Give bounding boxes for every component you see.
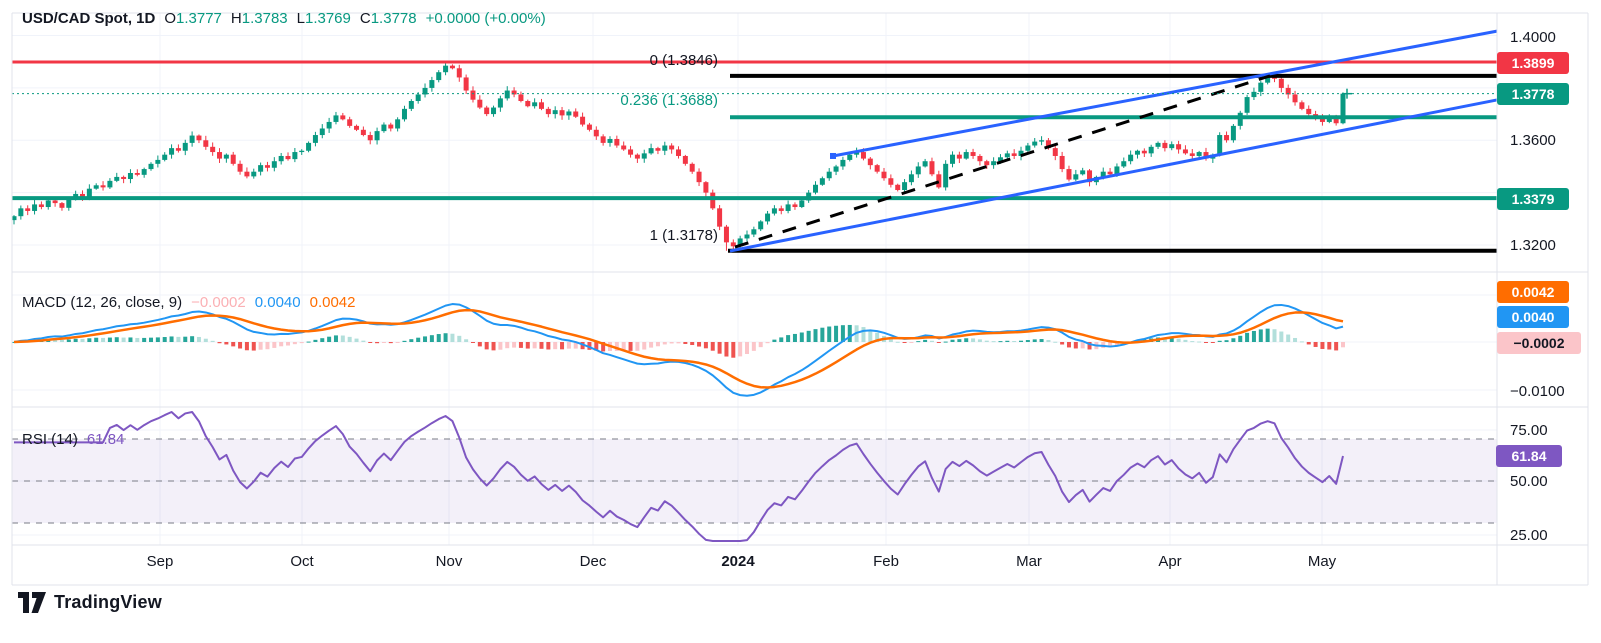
time-axis-label[interactable]: Feb xyxy=(851,553,921,570)
macd-signal-value: 0.0042 xyxy=(309,294,356,311)
price-badge-current: 1.3778 xyxy=(1497,83,1569,105)
rsi-axis-label-25: 25.00 xyxy=(1510,527,1548,544)
time-axis-label[interactable]: 2024 xyxy=(703,553,773,570)
ohlc-low: L1.3769 xyxy=(296,10,351,27)
time-axis-label[interactable]: Nov xyxy=(414,553,484,570)
fib-label-1[interactable]: 1 (1.3178) xyxy=(478,227,718,244)
time-axis-label[interactable]: Apr xyxy=(1135,553,1205,570)
fib-label-0236[interactable]: 0.236 (1.3688) xyxy=(478,92,718,109)
macd-hist-value: −0.0002 xyxy=(191,294,246,311)
rsi-legend[interactable]: RSI (14) 61.84 xyxy=(22,431,124,449)
price-axis-label-13200: 1.3200 xyxy=(1510,237,1556,254)
rsi-axis-label-75: 75.00 xyxy=(1510,422,1548,439)
ohlc-high: H1.3783 xyxy=(230,10,288,27)
macd-badge-signal: 0.0042 xyxy=(1497,281,1569,303)
macd-badge-macd: 0.0040 xyxy=(1497,306,1569,328)
tradingview-logo[interactable]: TradingView xyxy=(18,592,162,613)
macd-title[interactable]: MACD (12, 26, close, 9) xyxy=(22,294,182,312)
time-axis-label[interactable]: Sep xyxy=(125,553,195,570)
time-axis-label[interactable]: Mar xyxy=(994,553,1064,570)
price-badge-resistance: 1.3899 xyxy=(1497,52,1569,74)
chart-root: USD/CAD Spot, 1D O1.3777 H1.3783 L1.3769… xyxy=(0,0,1601,643)
price-axis-label-13600: 1.3600 xyxy=(1510,132,1556,149)
macd-axis-label-low: −0.0100 xyxy=(1510,383,1565,400)
ohlc-open: O1.3777 xyxy=(164,10,222,27)
rsi-badge-value: 61.84 xyxy=(1496,445,1562,467)
rsi-title[interactable]: RSI (14) xyxy=(22,431,78,449)
time-axis-label[interactable]: Oct xyxy=(267,553,337,570)
fib-label-0[interactable]: 0 (1.3846) xyxy=(478,52,718,69)
macd-badge-hist: −0.0002 xyxy=(1497,332,1581,354)
price-axis-label-14000: 1.4000 xyxy=(1510,29,1556,46)
tradingview-brand-text: TradingView xyxy=(54,592,162,612)
time-axis[interactable]: Sep Oct Nov Dec 2024 Feb Mar Apr May xyxy=(0,547,1497,583)
time-axis-label[interactable]: Dec xyxy=(558,553,628,570)
rsi-axis-label-50: 50.00 xyxy=(1510,473,1548,490)
symbol-legend[interactable]: USD/CAD Spot, 1D O1.3777 H1.3783 L1.3769… xyxy=(22,10,546,28)
symbol-title[interactable]: USD/CAD Spot, 1D xyxy=(22,10,155,27)
ohlc-close: C1.3778 xyxy=(359,10,417,27)
macd-line-value: 0.0040 xyxy=(254,294,301,311)
time-axis-label[interactable]: May xyxy=(1287,553,1357,570)
change-value: +0.0000 (+0.00%) xyxy=(425,10,546,27)
tradingview-mark-icon xyxy=(18,592,46,613)
price-badge-support: 1.3379 xyxy=(1497,188,1569,210)
rsi-value: 61.84 xyxy=(86,431,125,448)
macd-legend[interactable]: MACD (12, 26, close, 9) −0.0002 0.0040 0… xyxy=(22,294,356,312)
